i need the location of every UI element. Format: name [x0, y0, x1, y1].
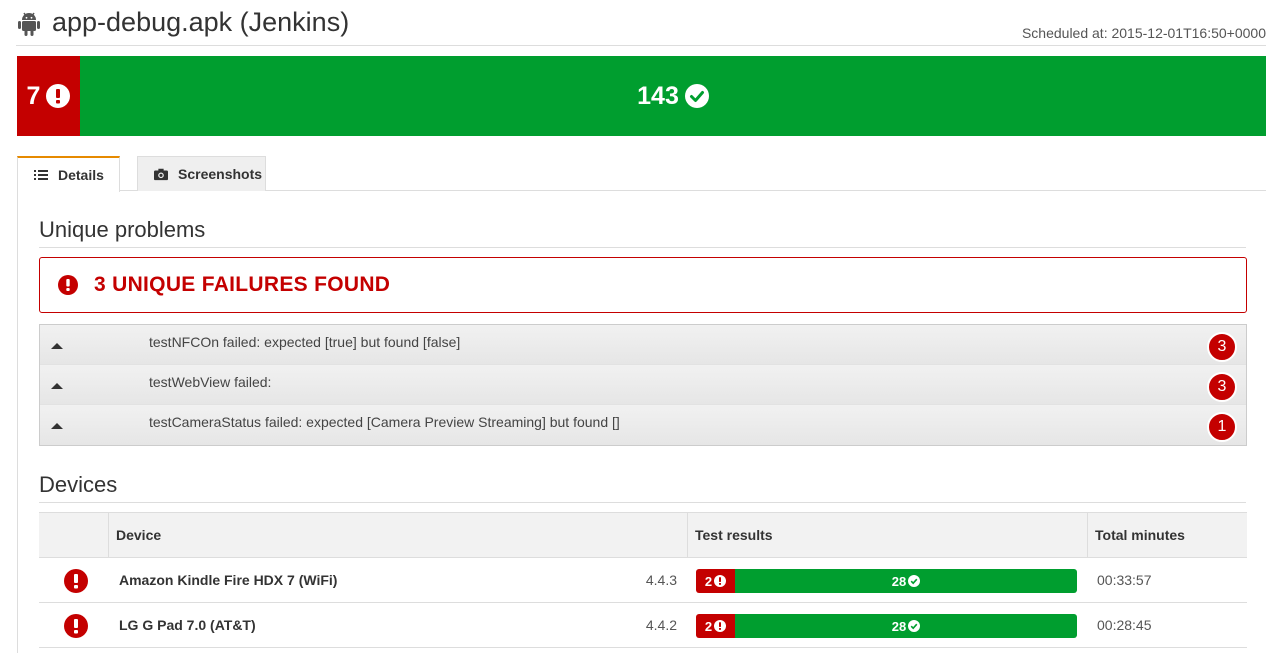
details-panel: Unique problems 3 UNIQUE FAILURES FOUND …: [17, 191, 1266, 653]
device-name[interactable]: Amazon Kindle Fire HDX 7 (WiFi): [119, 572, 337, 588]
table-row[interactable]: Amazon Kindle Fire HDX 7 (WiFi) 4.4.3 2 …: [39, 558, 1247, 603]
caret-up-icon: [50, 337, 64, 349]
check-circle-icon: [908, 575, 921, 587]
unique-failures-text: 3 UNIQUE FAILURES FOUND: [94, 273, 391, 296]
exclamation-circle-icon: [58, 275, 78, 295]
exclamation-circle-icon: [64, 614, 88, 638]
devices-heading: Devices: [39, 472, 1246, 503]
problem-text: testCameraStatus failed: expected [Camer…: [149, 414, 620, 430]
failed-count: 7: [26, 81, 41, 110]
unique-failures-banner: 3 UNIQUE FAILURES FOUND: [39, 257, 1247, 313]
problem-row[interactable]: testNFCOn failed: expected [true] but fo…: [40, 325, 1246, 365]
list-icon: [34, 168, 48, 182]
problem-row[interactable]: testCameraStatus failed: expected [Camer…: [40, 405, 1246, 445]
problems-list: testNFCOn failed: expected [true] but fo…: [39, 324, 1247, 446]
caret-up-icon: [50, 377, 64, 389]
device-name[interactable]: LG G Pad 7.0 (AT&T): [119, 617, 256, 633]
passed-segment[interactable]: 143: [80, 56, 1266, 136]
device-failed-count: 2: [704, 573, 713, 589]
table-header: Device Test results Total minutes: [39, 512, 1247, 558]
check-circle-icon: [908, 620, 921, 632]
exclamation-circle-icon: [714, 575, 727, 587]
exclamation-circle-icon: [714, 620, 727, 632]
device-results-bar: 2 28: [696, 614, 1077, 638]
device-total-minutes: 00:33:57: [1097, 572, 1152, 588]
problem-count-badge: 3: [1207, 332, 1237, 362]
unique-problems-heading: Unique problems: [39, 217, 1246, 248]
tab-details-label: Details: [58, 167, 104, 183]
device-failed-segment[interactable]: 2: [696, 569, 735, 593]
column-device[interactable]: Device: [108, 513, 687, 557]
exclamation-circle-icon: [46, 84, 71, 108]
device-results-bar: 2 28: [696, 569, 1077, 593]
device-failed-count: 2: [704, 618, 713, 634]
column-test-results[interactable]: Test results: [687, 513, 1087, 557]
problem-row[interactable]: testWebView failed: 3: [40, 365, 1246, 405]
device-passed-segment[interactable]: 28: [735, 614, 1077, 638]
tab-details[interactable]: Details: [17, 156, 120, 192]
device-passed-count: 28: [891, 573, 907, 589]
scheduled-timestamp: Scheduled at: 2015-12-01T16:50+0000: [1021, 25, 1266, 41]
page-title: app-debug.apk (Jenkins): [52, 7, 350, 37]
failed-segment[interactable]: 7: [17, 56, 80, 136]
problem-count-badge: 3: [1207, 372, 1237, 402]
results-summary-bar: 7 143: [17, 56, 1266, 136]
passed-count: 143: [637, 81, 679, 110]
device-passed-count: 28: [891, 618, 907, 634]
tab-screenshots-label: Screenshots: [178, 166, 263, 182]
device-os-version: 4.4.2: [645, 617, 677, 633]
table-row[interactable]: LG G Pad 7.0 (AT&T) 4.4.2 2 28 00:28:45: [39, 603, 1247, 648]
device-failed-segment[interactable]: 2: [696, 614, 735, 638]
check-circle-icon: [684, 84, 709, 108]
android-icon: [18, 12, 40, 36]
camera-icon: [154, 167, 168, 181]
caret-up-icon: [50, 417, 64, 429]
problem-text: testWebView failed:: [149, 374, 272, 390]
problem-count-badge: 1: [1207, 412, 1237, 442]
page-header: app-debug.apk (Jenkins) Scheduled at: 20…: [16, 0, 1266, 46]
exclamation-circle-icon: [64, 569, 88, 593]
device-total-minutes: 00:28:45: [1097, 617, 1152, 633]
devices-table: Device Test results Total minutes Amazon…: [39, 512, 1247, 648]
column-total-minutes[interactable]: Total minutes: [1087, 513, 1247, 557]
problem-text: testNFCOn failed: expected [true] but fo…: [149, 334, 461, 350]
tab-screenshots[interactable]: Screenshots: [137, 156, 266, 191]
device-os-version: 4.4.3: [645, 572, 677, 588]
tab-bar: Details Screenshots: [17, 156, 1266, 192]
device-passed-segment[interactable]: 28: [735, 569, 1077, 593]
